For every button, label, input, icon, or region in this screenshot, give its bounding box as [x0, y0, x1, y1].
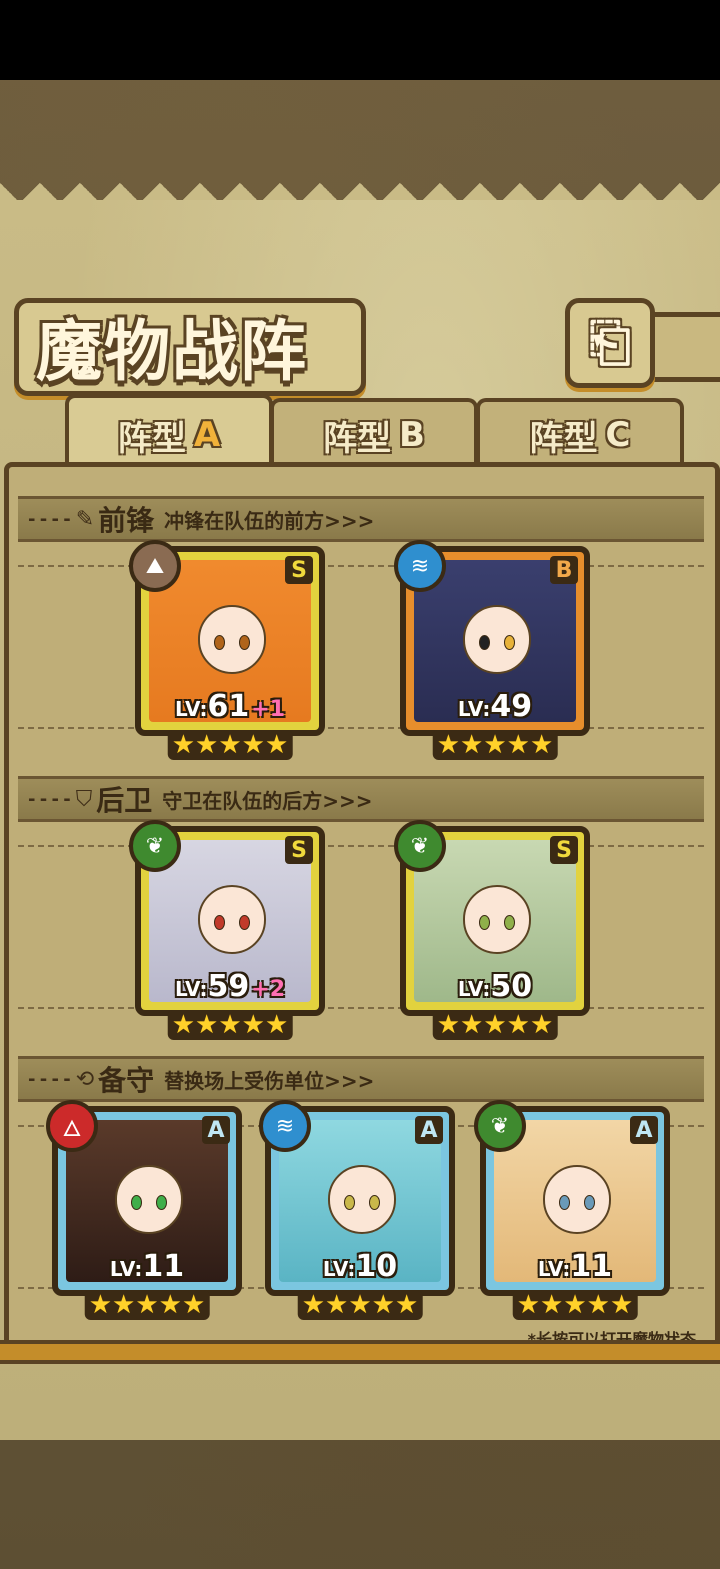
tab-letter: C — [605, 415, 631, 455]
section-header-front: - - - - ✎ 前锋 冲锋在队伍的前方>>> — [18, 496, 704, 542]
rarity-badge: S — [285, 556, 313, 584]
header-dash: - - - - — [28, 1068, 71, 1090]
monster-face — [462, 885, 532, 955]
monster-card-back-1[interactable]: ❦ S LV:59+2 ★★★★★ — [129, 820, 325, 1040]
section-title: 备守 — [98, 1064, 155, 1097]
earth-element-icon: ⛰ — [129, 540, 181, 592]
level-label: LV:11 — [109, 1249, 185, 1284]
section-desc: 守卫在队伍的后方>>> — [162, 788, 373, 813]
lane-back — [18, 845, 704, 1009]
board-bottom-rail — [0, 1340, 720, 1364]
tab-label: 阵型 — [323, 418, 392, 459]
lane-front — [18, 565, 704, 729]
rarity-badge: S — [285, 836, 313, 864]
section-title: 后卫 — [96, 784, 153, 817]
water-element-icon: ≋ — [394, 540, 446, 592]
monster-card-front-2[interactable]: ≋ B LV:49 ★★★★★ — [394, 540, 590, 760]
monster-card-reserve-3[interactable]: ❦ A LV:11 ★★★★★ — [474, 1100, 670, 1320]
water-element-icon: ≋ — [259, 1100, 311, 1152]
back-button[interactable]: ⎗ — [565, 298, 655, 388]
monster-card-reserve-1[interactable]: 🜂 A LV:11 ★★★★★ — [46, 1100, 242, 1320]
star-rating: ★★★★★ — [432, 1010, 558, 1040]
monster-face — [197, 605, 267, 675]
sword-icon: ✎ — [75, 506, 95, 532]
section-title: 前锋 — [98, 504, 155, 537]
monster-card-reserve-2[interactable]: ≋ A LV:10 ★★★★★ — [259, 1100, 455, 1320]
star-rating: ★★★★★ — [84, 1290, 210, 1320]
rarity-badge: A — [630, 1116, 658, 1144]
leaf-element-icon: ❦ — [129, 820, 181, 872]
section-header-reserve: - - - - ⟲ 备守 替换场上受伤单位>>> — [18, 1056, 704, 1102]
shield-icon: ⛉ — [75, 786, 93, 812]
section-header-back: - - - - ⛉ 后卫 守卫在队伍的后方>>> — [18, 776, 704, 822]
rarity-badge: A — [202, 1116, 230, 1144]
monster-face — [114, 1165, 184, 1235]
tab-formation-c[interactable]: 阵型 C — [476, 398, 684, 468]
tab-formation-a[interactable]: 阵型 A — [65, 394, 273, 472]
star-rating: ★★★★★ — [167, 730, 293, 760]
rarity-badge: B — [550, 556, 578, 584]
monster-card-front-1[interactable]: ⛰ S LV:61+1 ★★★★★ — [129, 540, 325, 760]
paper-edge-bottom — [0, 1400, 720, 1440]
level-label: LV:59+2 — [174, 969, 286, 1004]
tab-label: 阵型 — [117, 418, 186, 459]
star-rating: ★★★★★ — [297, 1290, 423, 1320]
leaf-element-icon: ❦ — [474, 1100, 526, 1152]
header-dash: - - - - — [28, 788, 71, 810]
monster-face — [542, 1165, 612, 1235]
fire-element-icon: 🜂 — [46, 1100, 98, 1152]
header-dash: - - - - — [28, 508, 71, 530]
star-rating: ★★★★★ — [432, 730, 558, 760]
tab-label: 阵型 — [529, 418, 598, 459]
leaf-element-icon: ❦ — [394, 820, 446, 872]
star-rating: ★★★★★ — [167, 1010, 293, 1040]
section-desc: 冲锋在队伍的前方>>> — [164, 508, 375, 533]
page-title: 魔物战阵 — [36, 313, 308, 390]
tab-letter: B — [399, 415, 425, 455]
monster-face — [462, 605, 532, 675]
level-label: LV:10 — [322, 1249, 398, 1284]
star-rating: ★★★★★ — [512, 1290, 638, 1320]
level-label: LV:50 — [457, 969, 533, 1004]
rarity-badge: S — [550, 836, 578, 864]
formation-tabs: 阵型 A 阵型 B 阵型 C — [10, 394, 710, 472]
rarity-badge: A — [415, 1116, 443, 1144]
swap-icon: ⟲ — [75, 1066, 95, 1092]
level-label: LV:49 — [457, 689, 533, 724]
monster-face — [197, 885, 267, 955]
monster-card-back-2[interactable]: ❦ S LV:50 ★★★★★ — [394, 820, 590, 1040]
back-arrow-icon: ⎗ — [589, 312, 631, 373]
tab-formation-b[interactable]: 阵型 B — [270, 398, 478, 468]
monster-face — [327, 1165, 397, 1235]
level-label: LV:11 — [537, 1249, 613, 1284]
section-desc: 替换场上受伤单位>>> — [164, 1068, 375, 1093]
level-label: LV:61+1 — [174, 689, 286, 724]
tab-letter: A — [193, 415, 221, 455]
